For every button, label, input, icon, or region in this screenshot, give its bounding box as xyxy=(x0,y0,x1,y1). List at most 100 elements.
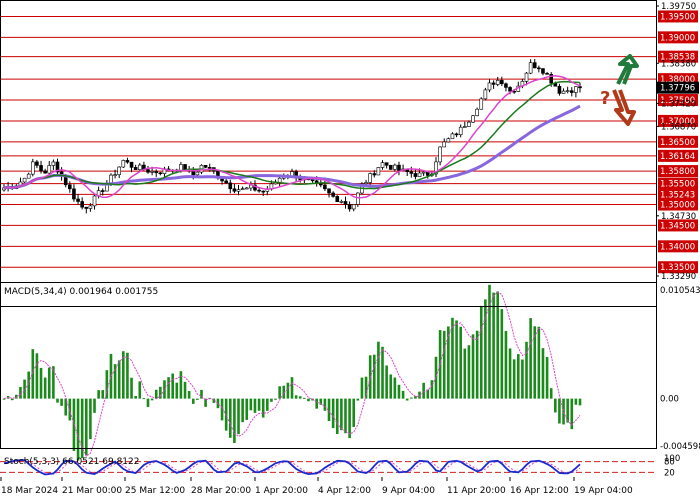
macd-bar xyxy=(331,398,335,429)
macd-bar xyxy=(39,367,43,399)
macd-bar xyxy=(274,398,277,400)
candle-body xyxy=(467,121,471,127)
macd-bar xyxy=(377,341,380,399)
candle-body xyxy=(154,171,159,174)
macd-bar xyxy=(352,398,356,427)
price-tick-label: 1.33290 xyxy=(661,272,696,282)
candle-body xyxy=(121,160,126,168)
macd-bar xyxy=(249,398,253,411)
macd-bar xyxy=(479,305,483,399)
macd-tick-label: 0.010543 xyxy=(660,286,700,296)
candle-body xyxy=(462,126,467,128)
candle-body xyxy=(537,67,541,70)
macd-histogram xyxy=(2,284,582,461)
candle-body xyxy=(569,90,574,93)
macd-bar xyxy=(47,367,51,399)
candle-body xyxy=(323,184,327,190)
macd-bar xyxy=(414,396,417,399)
question-mark: ? xyxy=(600,88,610,109)
macd-bar xyxy=(27,371,30,399)
macd-bar xyxy=(397,384,401,399)
macd-bar xyxy=(89,398,92,440)
candle-body xyxy=(47,165,52,174)
macd-bar xyxy=(549,388,553,399)
macd-bar xyxy=(233,398,236,443)
candle-body xyxy=(30,161,35,175)
candle-body xyxy=(22,177,27,183)
candle-body xyxy=(364,182,368,184)
candle-body xyxy=(195,171,200,176)
macd-bar xyxy=(142,398,146,400)
candle-body xyxy=(347,204,352,210)
macd-bar xyxy=(512,359,516,399)
candle-body xyxy=(409,171,414,174)
macd-bar xyxy=(10,398,14,401)
candle-body xyxy=(133,167,138,170)
candle-body xyxy=(524,72,529,82)
macd-bar xyxy=(475,330,479,399)
forecast-annotations: ? xyxy=(600,54,639,126)
macd-bar xyxy=(463,348,467,399)
macd-bar xyxy=(521,359,524,399)
candle-body xyxy=(339,201,344,203)
macd-bar xyxy=(541,348,545,399)
macd-bar xyxy=(385,365,388,399)
macd-bar xyxy=(245,398,249,420)
macd-bar xyxy=(101,390,105,399)
candle-body xyxy=(310,179,315,182)
macd-bar xyxy=(504,330,508,399)
candle-body xyxy=(541,68,545,74)
down-arrow-icon xyxy=(612,89,636,126)
macd-bar xyxy=(574,398,578,405)
price-tick-label: 1.38380 xyxy=(661,59,696,69)
level-label: 1.36164 xyxy=(660,152,695,162)
macd-bar xyxy=(558,398,561,424)
candle-body xyxy=(561,90,566,94)
candle-body xyxy=(150,171,154,173)
candle-body xyxy=(508,87,512,92)
candle-body xyxy=(442,141,447,148)
macd-bar xyxy=(562,398,565,425)
macd-bar xyxy=(187,391,191,399)
candle-body xyxy=(504,83,508,88)
macd-tick-label: 0.00 xyxy=(660,395,679,405)
macd-bar xyxy=(348,398,351,439)
candle-body xyxy=(421,171,426,174)
candle-body xyxy=(384,162,389,166)
panel-frames xyxy=(0,0,657,449)
macd-bar xyxy=(578,398,582,406)
macd-bar xyxy=(344,398,347,434)
stoch-tick-label: 80 xyxy=(664,458,675,468)
candle-body xyxy=(51,161,56,166)
chart-canvas: ? 1.395001.390001.385381.380001.375001.3… xyxy=(0,0,700,496)
macd-bar xyxy=(303,397,306,399)
macd-bar xyxy=(516,354,520,399)
candle-body xyxy=(72,188,76,200)
time-tick-label: 25 Mar 12:00 xyxy=(125,486,185,496)
macd-bar xyxy=(76,398,80,461)
candle-body xyxy=(574,86,578,93)
candle-body xyxy=(158,172,163,175)
time-tick-label: 1 Apr 20:00 xyxy=(255,486,308,496)
macd-bar xyxy=(335,398,339,435)
macd-bar xyxy=(43,377,47,399)
candle-body xyxy=(351,204,356,210)
macd-bar xyxy=(533,326,537,399)
macd-bar xyxy=(266,398,269,411)
candle-body xyxy=(113,174,117,176)
candle-body xyxy=(372,173,377,176)
macd-bar xyxy=(307,398,310,402)
macd-bar xyxy=(405,398,409,401)
candle-body xyxy=(483,89,488,100)
time-tick-label: 16 Apr 12:00 xyxy=(510,486,569,496)
candle-body xyxy=(487,82,492,91)
macd-bar xyxy=(356,398,360,401)
macd-bar xyxy=(183,381,187,399)
macd-bar xyxy=(500,309,504,399)
macd-bar xyxy=(455,320,458,399)
macd-bar xyxy=(117,360,121,399)
candle-body xyxy=(376,167,381,176)
macd-bar xyxy=(109,353,113,399)
macd-bar xyxy=(175,382,179,399)
macd-bar xyxy=(467,345,471,399)
